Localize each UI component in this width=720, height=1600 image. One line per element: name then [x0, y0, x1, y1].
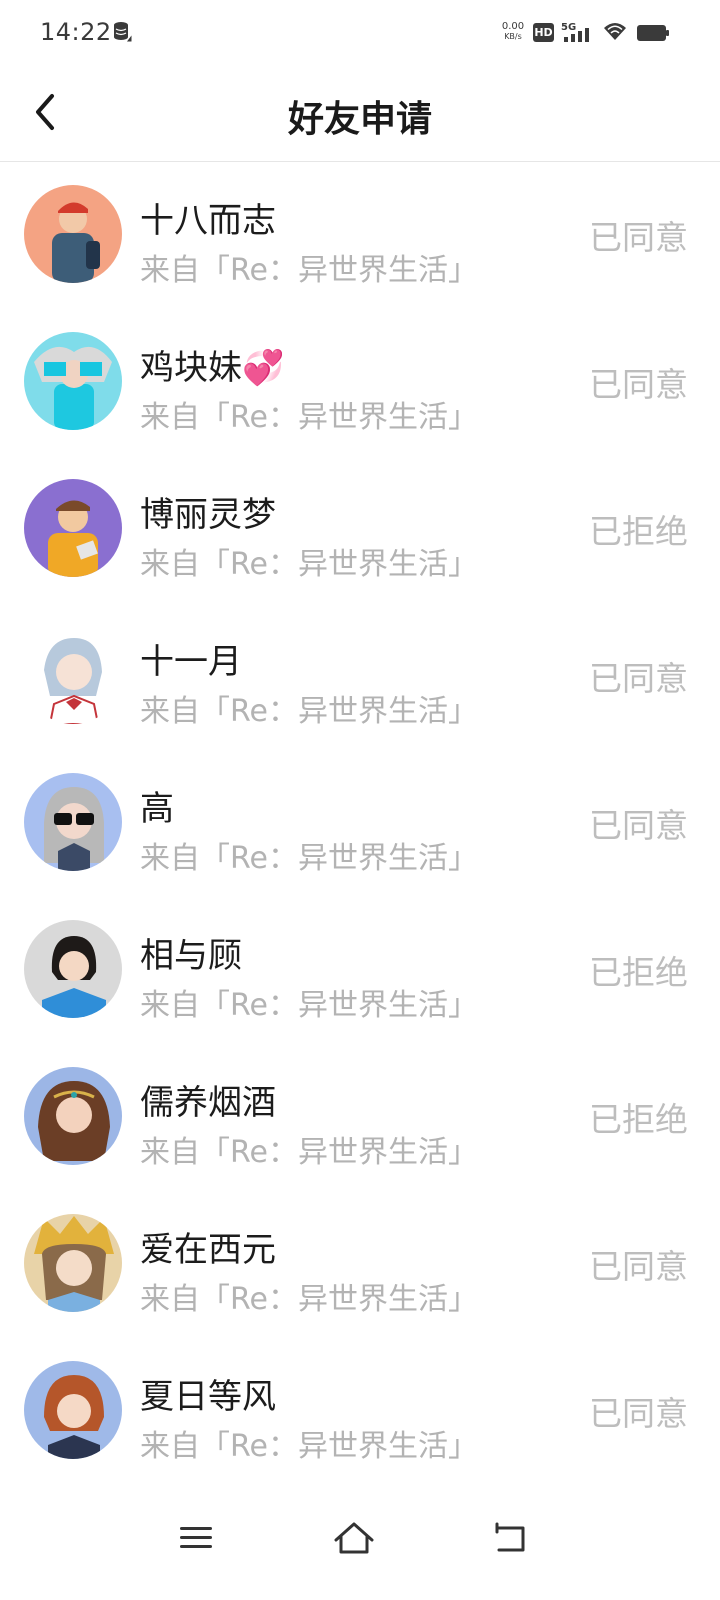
list-item[interactable]: 十八而志 来自「Re：异世界生活」 已同意: [0, 162, 720, 309]
request-source: 来自「Re：异世界生活」: [140, 1282, 478, 1317]
user-name: 相与顾: [140, 936, 242, 976]
hd-badge: HD: [533, 23, 554, 42]
avatar[interactable]: [24, 1067, 122, 1165]
request-status: 已同意: [589, 365, 688, 404]
request-status: 已同意: [589, 659, 688, 698]
page-title: 好友申请: [287, 99, 432, 140]
request-status: 已拒绝: [589, 512, 688, 551]
avatar[interactable]: [24, 626, 122, 724]
back-icon[interactable]: [481, 1508, 541, 1568]
network-label: 5G: [561, 22, 576, 33]
avatar[interactable]: [24, 332, 122, 430]
request-source: 来自「Re：异世界生活」: [140, 253, 478, 288]
status-bar: 14:22 0.00 KB/s HD 5G: [0, 0, 720, 64]
app-header: 好友申请: [0, 64, 720, 162]
request-source: 来自「Re：异世界生活」: [140, 841, 478, 876]
user-name: 高: [140, 789, 174, 829]
request-status: 已同意: [589, 218, 688, 257]
list-item[interactable]: 儒养烟酒 来自「Re：异世界生活」 已拒绝: [0, 1044, 720, 1191]
menu-icon[interactable]: [166, 1508, 226, 1568]
list-item[interactable]: 高 来自「Re：异世界生活」 已同意: [0, 750, 720, 897]
request-status: 已同意: [589, 1247, 688, 1286]
avatar[interactable]: [24, 479, 122, 577]
avatar[interactable]: [24, 185, 122, 283]
user-name: 十八而志: [140, 201, 276, 241]
avatar[interactable]: [24, 773, 122, 871]
request-source: 来自「Re：异世界生活」: [140, 1429, 478, 1464]
request-source: 来自「Re：异世界生活」: [140, 547, 478, 582]
signal-5g-icon: 5G: [561, 22, 589, 42]
user-name: 十一月: [140, 642, 242, 682]
request-source: 来自「Re：异世界生活」: [140, 400, 478, 435]
home-icon[interactable]: [324, 1508, 384, 1568]
list-item[interactable]: 鸡块妹💞 来自「Re：异世界生活」 已同意: [0, 309, 720, 456]
avatar[interactable]: [24, 1214, 122, 1312]
system-nav-bar: [0, 1488, 720, 1600]
request-source: 来自「Re：异世界生活」: [140, 1135, 478, 1170]
avatar[interactable]: [24, 1361, 122, 1459]
user-name: 鸡块妹💞: [140, 348, 285, 388]
request-source: 来自「Re：异世界生活」: [140, 988, 478, 1023]
request-source: 来自「Re：异世界生活」: [140, 694, 478, 729]
request-status: 已拒绝: [589, 1100, 688, 1139]
avatar[interactable]: [24, 920, 122, 1018]
wifi-icon: [604, 23, 626, 40]
list-item[interactable]: 博丽灵梦 来自「Re：异世界生活」 已拒绝: [0, 456, 720, 603]
friend-request-list: 十八而志 来自「Re：异世界生活」 已同意 鸡块妹💞 来自「Re：异世界生活」 …: [0, 162, 720, 1485]
user-name: 爱在西元: [140, 1230, 276, 1270]
user-name: 儒养烟酒: [140, 1083, 276, 1123]
user-name: 博丽灵梦: [140, 495, 276, 535]
network-speed: 0.00 KB/s: [501, 21, 525, 42]
user-name: 夏日等风: [140, 1377, 276, 1417]
battery-icon: [637, 25, 669, 41]
list-item[interactable]: 相与顾 来自「Re：异世界生活」 已拒绝: [0, 897, 720, 1044]
list-item[interactable]: 爱在西元 来自「Re：异世界生活」 已同意: [0, 1191, 720, 1338]
request-status: 已拒绝: [589, 953, 688, 992]
list-item[interactable]: 夏日等风 来自「Re：异世界生活」 已同意: [0, 1338, 720, 1485]
screen: 14:22 0.00 KB/s HD 5G 好友申请 十八而志 来自「Re：异世…: [0, 0, 720, 1600]
status-time: 14:22: [40, 18, 112, 46]
request-status: 已同意: [589, 806, 688, 845]
list-item[interactable]: 十一月 来自「Re：异世界生活」 已同意: [0, 603, 720, 750]
request-status: 已同意: [589, 1394, 688, 1433]
data-usage-icon: [114, 22, 133, 43]
